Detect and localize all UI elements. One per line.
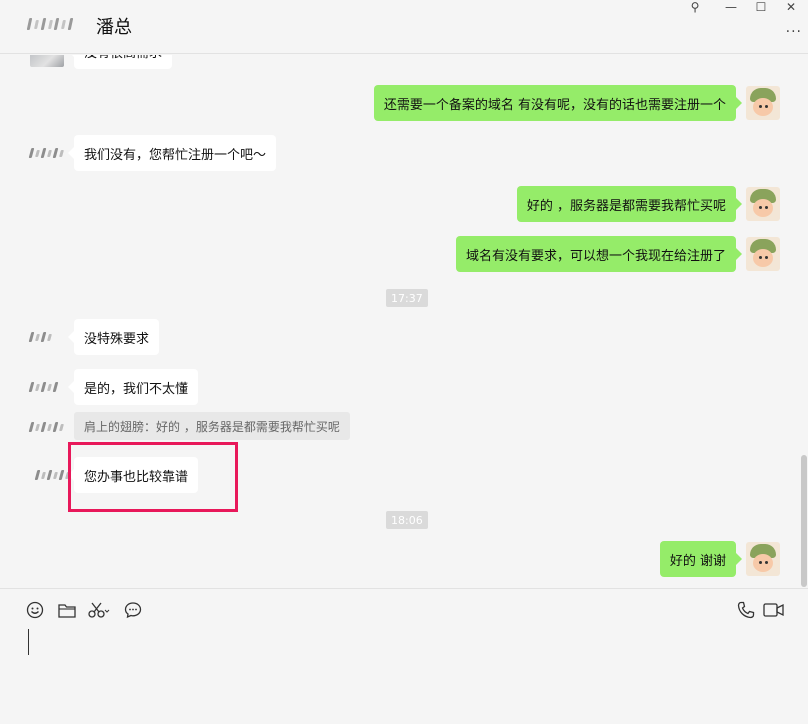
maximize-button[interactable]: ☐ xyxy=(750,0,772,14)
my-avatar[interactable] xyxy=(746,86,780,120)
close-button[interactable]: ✕ xyxy=(780,0,802,14)
pin-icon[interactable]: ⚲ xyxy=(684,0,706,14)
message-outgoing[interactable]: 还需要一个备案的域名 有没有呢，没有的话也需要注册一个 xyxy=(373,85,743,121)
chat-history[interactable]: 没有很高需求 还需要一个备案的域名 有没有呢，没有的话也需要注册一个 我们没有，… xyxy=(0,55,808,588)
phone-icon[interactable] xyxy=(735,599,757,621)
video-call-icon[interactable] xyxy=(763,599,785,621)
scissors-icon[interactable] xyxy=(88,599,110,621)
chat-history-icon[interactable] xyxy=(122,599,144,621)
more-options-button[interactable]: ··· xyxy=(786,24,802,40)
title-bar: 潘总 ⚲ — ☐ ✕ ··· xyxy=(0,0,808,54)
timestamp: 18:06 xyxy=(386,511,428,529)
contact-avatar[interactable] xyxy=(30,55,64,67)
message-incoming[interactable]: 是的，我们不太懂 xyxy=(67,369,199,405)
contact-name: 潘总 xyxy=(96,17,132,38)
message-incoming[interactable]: 没有很高需求 xyxy=(67,55,173,69)
message-outgoing[interactable]: 好的 ，服务器是都需要我帮忙买呢 xyxy=(516,186,743,222)
folder-icon[interactable] xyxy=(56,599,78,621)
message-incoming[interactable]: 我们没有，您帮忙注册一个吧～ xyxy=(67,135,277,171)
contact-avatar[interactable] xyxy=(28,329,66,345)
my-avatar[interactable] xyxy=(746,237,780,271)
quoted-message[interactable]: 肩上的翅膀：好的 ，服务器是都需要我帮忙买呢 xyxy=(74,412,350,440)
minimize-button[interactable]: — xyxy=(720,0,742,14)
contact-avatar[interactable] xyxy=(34,467,72,483)
contact-avatar[interactable] xyxy=(28,379,66,395)
message-input[interactable] xyxy=(28,629,29,655)
highlight-annotation xyxy=(68,442,238,512)
contact-avatar[interactable] xyxy=(28,419,66,435)
timestamp: 17:37 xyxy=(386,289,428,307)
chat-scrollbar[interactable] xyxy=(801,455,807,587)
contact-avatar[interactable] xyxy=(26,12,74,36)
emoji-icon[interactable] xyxy=(24,599,46,621)
my-avatar[interactable] xyxy=(746,542,780,576)
contact-avatar[interactable] xyxy=(28,145,66,161)
message-outgoing[interactable]: 域名有没有要求，可以想一个我现在给注册了 xyxy=(455,236,743,272)
message-incoming[interactable]: 没特殊要求 xyxy=(67,319,160,355)
message-outgoing[interactable]: 好的 谢谢 xyxy=(659,541,743,577)
my-avatar[interactable] xyxy=(746,187,780,221)
input-area[interactable] xyxy=(0,588,808,724)
